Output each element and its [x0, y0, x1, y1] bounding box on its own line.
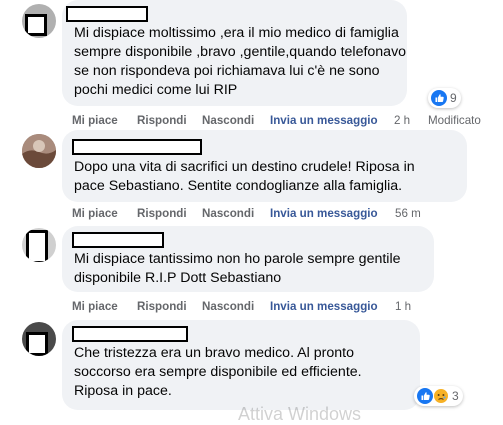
- hide-button[interactable]: Nascondi: [202, 114, 254, 127]
- comment-bubble: Mi dispiace tantissimo non ho parole sem…: [62, 226, 434, 292]
- timestamp[interactable]: 1 h: [395, 300, 411, 313]
- reaction-count: 9: [450, 91, 457, 105]
- comment-bubble: Mi dispiace moltissimo ,era il mio medic…: [62, 0, 407, 106]
- like-icon: [431, 90, 447, 106]
- avatar-redaction: [26, 332, 48, 356]
- comment-bubble: Che tristezza era un bravo medico. Al pr…: [62, 320, 420, 410]
- reply-button[interactable]: Rispondi: [137, 300, 187, 313]
- comment-text: Mi dispiace moltissimo ,era il mio medic…: [74, 25, 407, 98]
- like-button[interactable]: Mi piace: [72, 300, 118, 313]
- author-name-redacted[interactable]: [72, 139, 202, 155]
- hide-button[interactable]: Nascondi: [202, 207, 254, 220]
- reaction-summary[interactable]: 3: [414, 386, 463, 406]
- reaction-summary[interactable]: 9: [428, 88, 461, 108]
- like-button[interactable]: Mi piace: [72, 114, 118, 127]
- comment-bubble: Dopo una vita di sacrifici un destino cr…: [62, 130, 467, 202]
- like-icon: [417, 388, 433, 404]
- avatar-redaction: [25, 14, 47, 36]
- sad-icon: [433, 388, 449, 404]
- avatar-redaction: [26, 230, 48, 262]
- comment-text: Dopo una vita di sacrifici un destino cr…: [74, 159, 415, 194]
- reply-button[interactable]: Rispondi: [137, 207, 187, 220]
- comment-text: Che tristezza era un bravo medico. Al pr…: [74, 345, 362, 399]
- timestamp[interactable]: 2 h: [394, 114, 410, 127]
- hide-button[interactable]: Nascondi: [202, 300, 254, 313]
- comment-text: Mi dispiace tantissimo non ho parole sem…: [74, 251, 401, 286]
- avatar[interactable]: [22, 4, 56, 38]
- author-name-redacted[interactable]: [66, 6, 148, 22]
- reaction-count: 3: [452, 389, 459, 403]
- avatar[interactable]: [22, 134, 56, 168]
- author-name-redacted[interactable]: [72, 326, 188, 342]
- send-message-link[interactable]: Invia un messaggio: [270, 300, 378, 313]
- send-message-link[interactable]: Invia un messaggio: [270, 207, 378, 220]
- send-message-link[interactable]: Invia un messaggio: [270, 114, 378, 127]
- avatar-image: [22, 134, 56, 168]
- avatar[interactable]: [22, 322, 56, 356]
- reply-button[interactable]: Rispondi: [137, 114, 187, 127]
- edited-label: Modificato: [428, 114, 481, 127]
- windows-activation-watermark: Attiva Windows: [238, 404, 362, 424]
- like-button[interactable]: Mi piace: [72, 207, 118, 220]
- timestamp[interactable]: 56 m: [395, 207, 421, 220]
- author-name-redacted[interactable]: [72, 232, 164, 248]
- avatar[interactable]: [22, 228, 56, 262]
